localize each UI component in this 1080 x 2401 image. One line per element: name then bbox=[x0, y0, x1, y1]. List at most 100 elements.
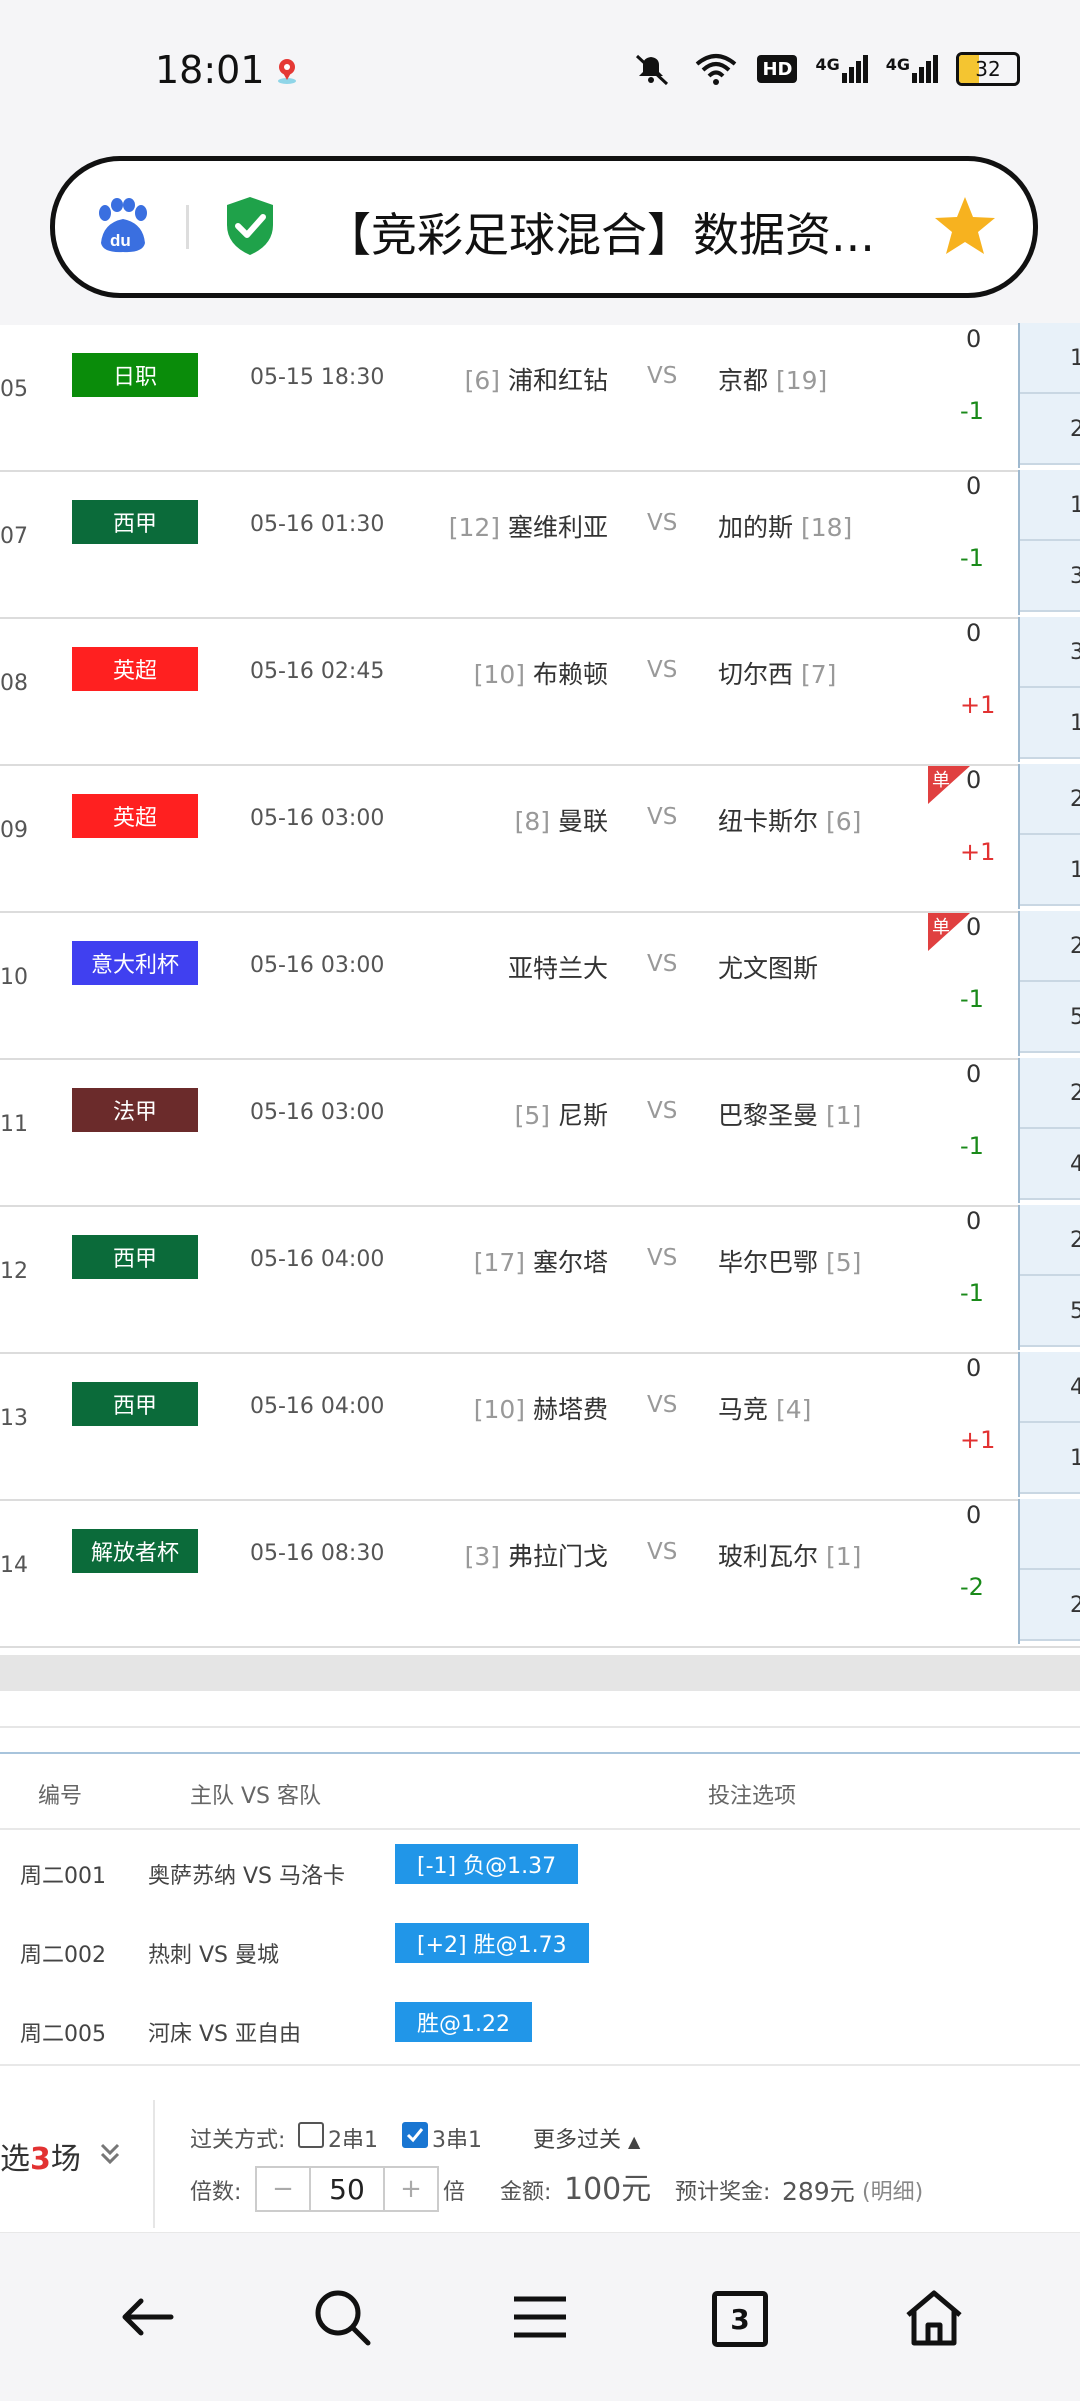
status-bar: 18:01 HD 4G 4G 32 bbox=[0, 0, 1080, 140]
odds-column[interactable]: 2 5 bbox=[1018, 911, 1080, 1056]
bet-selection-chip[interactable]: [+2] 胜@1.73 bbox=[395, 1923, 589, 1963]
odds-cell[interactable] bbox=[1020, 1499, 1080, 1570]
match-number: 13 bbox=[0, 1406, 28, 1431]
away-team: 玻利瓦尔 [1] bbox=[718, 1542, 862, 1571]
vs-label: VS bbox=[647, 804, 678, 830]
away-rank: [19] bbox=[775, 366, 828, 395]
option-2x1-checkbox[interactable] bbox=[298, 2122, 324, 2148]
match-number: 08 bbox=[0, 671, 28, 696]
bet-selection-chip[interactable]: [-1] 负@1.37 bbox=[395, 1844, 579, 1884]
triangle-up-icon: ▲ bbox=[628, 2132, 641, 2151]
odds-cell[interactable]: 4 bbox=[1020, 1129, 1080, 1200]
tabs-icon[interactable]: 3 bbox=[706, 2285, 770, 2349]
away-team: 纽卡斯尔 [6] bbox=[718, 807, 862, 836]
odds-cell[interactable]: 1 bbox=[1020, 323, 1080, 394]
odds-column[interactable]: 4 1 bbox=[1018, 1352, 1080, 1497]
league-badge: 解放者杯 bbox=[72, 1529, 198, 1573]
odds-cell[interactable]: 5 bbox=[1020, 982, 1080, 1053]
vs-label: VS bbox=[647, 1098, 678, 1124]
star-icon[interactable] bbox=[933, 195, 997, 257]
odds-cell[interactable]: 1 bbox=[1020, 835, 1080, 906]
away-rank: [7] bbox=[800, 660, 837, 689]
security-shield-icon[interactable] bbox=[223, 195, 277, 257]
odds-cell[interactable]: 1 bbox=[1020, 1423, 1080, 1494]
home-icon[interactable] bbox=[902, 2285, 966, 2349]
signal-4g-icon: 4G bbox=[886, 55, 938, 83]
network-type-label: 4G bbox=[885, 55, 910, 74]
odds-column[interactable]: 1 2 bbox=[1018, 323, 1080, 468]
option-3x1-checkbox[interactable] bbox=[402, 2122, 428, 2148]
single-badge: 单 bbox=[928, 766, 970, 804]
odds-cell[interactable]: 2 bbox=[1020, 764, 1080, 835]
odds-column[interactable]: 2 bbox=[1018, 1499, 1080, 1644]
odds-column[interactable]: 2 1 bbox=[1018, 764, 1080, 909]
option-3x1-label[interactable]: 3串1 bbox=[432, 2122, 482, 2154]
bet-row: 周二001 奥萨苏纳 VS 马洛卡 [-1] 负@1.37 bbox=[0, 1830, 1080, 1909]
checkmark-icon bbox=[406, 2128, 424, 2143]
odds-column[interactable]: 1 3 bbox=[1018, 470, 1080, 615]
multiplier-unit: 倍 bbox=[443, 2180, 466, 2205]
match-number: 12 bbox=[0, 1259, 28, 1284]
match-row[interactable]: 12 西甲 05-16 04:00 [17] 塞尔塔 VS 毕尔巴鄂 [5] 0… bbox=[0, 1205, 1080, 1354]
odds-column[interactable]: 3 1 bbox=[1018, 617, 1080, 762]
baidu-logo-icon[interactable]: du bbox=[91, 197, 153, 255]
home-team: [10] 布赖顿 bbox=[473, 660, 608, 689]
match-row[interactable]: 14 解放者杯 05-16 08:30 [3] 弗拉门戈 VS 玻利瓦尔 [1]… bbox=[0, 1499, 1080, 1648]
address-bar[interactable]: du 【竞彩足球混合】数据资... bbox=[50, 156, 1038, 298]
match-row[interactable]: 05 日职 05-15 18:30 [6] 浦和红钻 VS 京都 [19] 0 … bbox=[0, 323, 1080, 472]
vs-label: VS bbox=[647, 951, 678, 977]
odds-cell[interactable]: 2 bbox=[1020, 911, 1080, 982]
search-icon[interactable] bbox=[310, 2285, 374, 2349]
match-row[interactable]: 09 英超 05-16 03:00 [8] 曼联 VS 纽卡斯尔 [6] 0 +… bbox=[0, 764, 1080, 913]
handicap-zero: 0 bbox=[966, 472, 982, 500]
home-team: [17] 塞尔塔 bbox=[473, 1248, 608, 1277]
bet-controls: 选3场 过关方式: 2串1 3串1 更多过关 ▲ 倍数: − 50 + 倍 金额… bbox=[0, 2066, 1080, 2231]
match-time: 05-16 08:30 bbox=[250, 1541, 385, 1566]
match-number: 05 bbox=[0, 377, 28, 402]
home-team: [3] 弗拉门戈 bbox=[464, 1542, 608, 1571]
match-time: 05-16 02:45 bbox=[250, 659, 385, 684]
odds-cell[interactable]: 1 bbox=[1020, 688, 1080, 759]
bet-selection-chip[interactable]: 胜@1.22 bbox=[395, 2002, 532, 2042]
match-row[interactable]: 08 英超 05-16 02:45 [10] 布赖顿 VS 切尔西 [7] 0 … bbox=[0, 617, 1080, 766]
plus-button[interactable]: + bbox=[385, 2168, 437, 2210]
page-title[interactable]: 【竞彩足球混合】数据资... bbox=[325, 199, 875, 265]
bet-teams: 河床 VS 亚自由 bbox=[148, 2022, 302, 2047]
more-pass-modes-button[interactable]: 更多过关 ▲ bbox=[533, 2122, 640, 2154]
odds-cell[interactable]: 3 bbox=[1020, 617, 1080, 688]
odds-column[interactable]: 2 4 bbox=[1018, 1058, 1080, 1203]
multiplier-stepper[interactable]: − 50 + bbox=[255, 2166, 439, 2212]
odds-column[interactable]: 2 5 bbox=[1018, 1205, 1080, 1350]
minus-button[interactable]: − bbox=[257, 2168, 309, 2210]
back-arrow-icon[interactable] bbox=[115, 2285, 179, 2349]
option-2x1-label[interactable]: 2串1 bbox=[328, 2122, 378, 2154]
double-chevron-down-icon[interactable] bbox=[96, 2140, 124, 2168]
away-rank: [4] bbox=[775, 1395, 812, 1424]
home-team: [5] 尼斯 bbox=[514, 1101, 608, 1130]
odds-cell[interactable]: 2 bbox=[1020, 1058, 1080, 1129]
header-number: 编号 bbox=[38, 1784, 83, 1809]
match-row[interactable]: 07 西甲 05-16 01:30 [12] 塞维利亚 VS 加的斯 [18] … bbox=[0, 470, 1080, 619]
odds-cell[interactable]: 5 bbox=[1020, 1276, 1080, 1347]
odds-cell[interactable]: 1 bbox=[1020, 470, 1080, 541]
prize-detail-link[interactable]: (明细) bbox=[862, 2174, 923, 2206]
league-badge: 意大利杯 bbox=[72, 941, 198, 985]
multiplier-input[interactable]: 50 bbox=[309, 2168, 385, 2210]
handicap-value: -1 bbox=[960, 1279, 984, 1307]
match-row[interactable]: 13 西甲 05-16 04:00 [10] 赫塔费 VS 马竞 [4] 0 +… bbox=[0, 1352, 1080, 1501]
match-row[interactable]: 10 意大利杯 05-16 03:00 亚特兰大 VS 尤文图斯 0 -1 2 … bbox=[0, 911, 1080, 1060]
odds-cell[interactable]: 2 bbox=[1020, 394, 1080, 465]
odds-cell[interactable]: 2 bbox=[1020, 1570, 1080, 1641]
tab-count: 3 bbox=[712, 2291, 768, 2347]
league-badge: 英超 bbox=[72, 794, 198, 838]
home-rank: [8] bbox=[514, 807, 551, 836]
odds-cell[interactable]: 2 bbox=[1020, 1205, 1080, 1276]
match-row[interactable]: 11 法甲 05-16 03:00 [5] 尼斯 VS 巴黎圣曼 [1] 0 -… bbox=[0, 1058, 1080, 1207]
bet-row: 周二005 河床 VS 亚自由 胜@1.22 bbox=[0, 1988, 1080, 2067]
selected-count[interactable]: 选3场 bbox=[0, 2134, 81, 2178]
menu-icon[interactable] bbox=[508, 2285, 572, 2349]
odds-cell[interactable]: 4 bbox=[1020, 1352, 1080, 1423]
bet-table-header: 编号 主队 VS 客队 投注选项 bbox=[0, 1754, 1080, 1830]
odds-cell[interactable]: 3 bbox=[1020, 541, 1080, 612]
location-pin-icon bbox=[278, 59, 296, 84]
